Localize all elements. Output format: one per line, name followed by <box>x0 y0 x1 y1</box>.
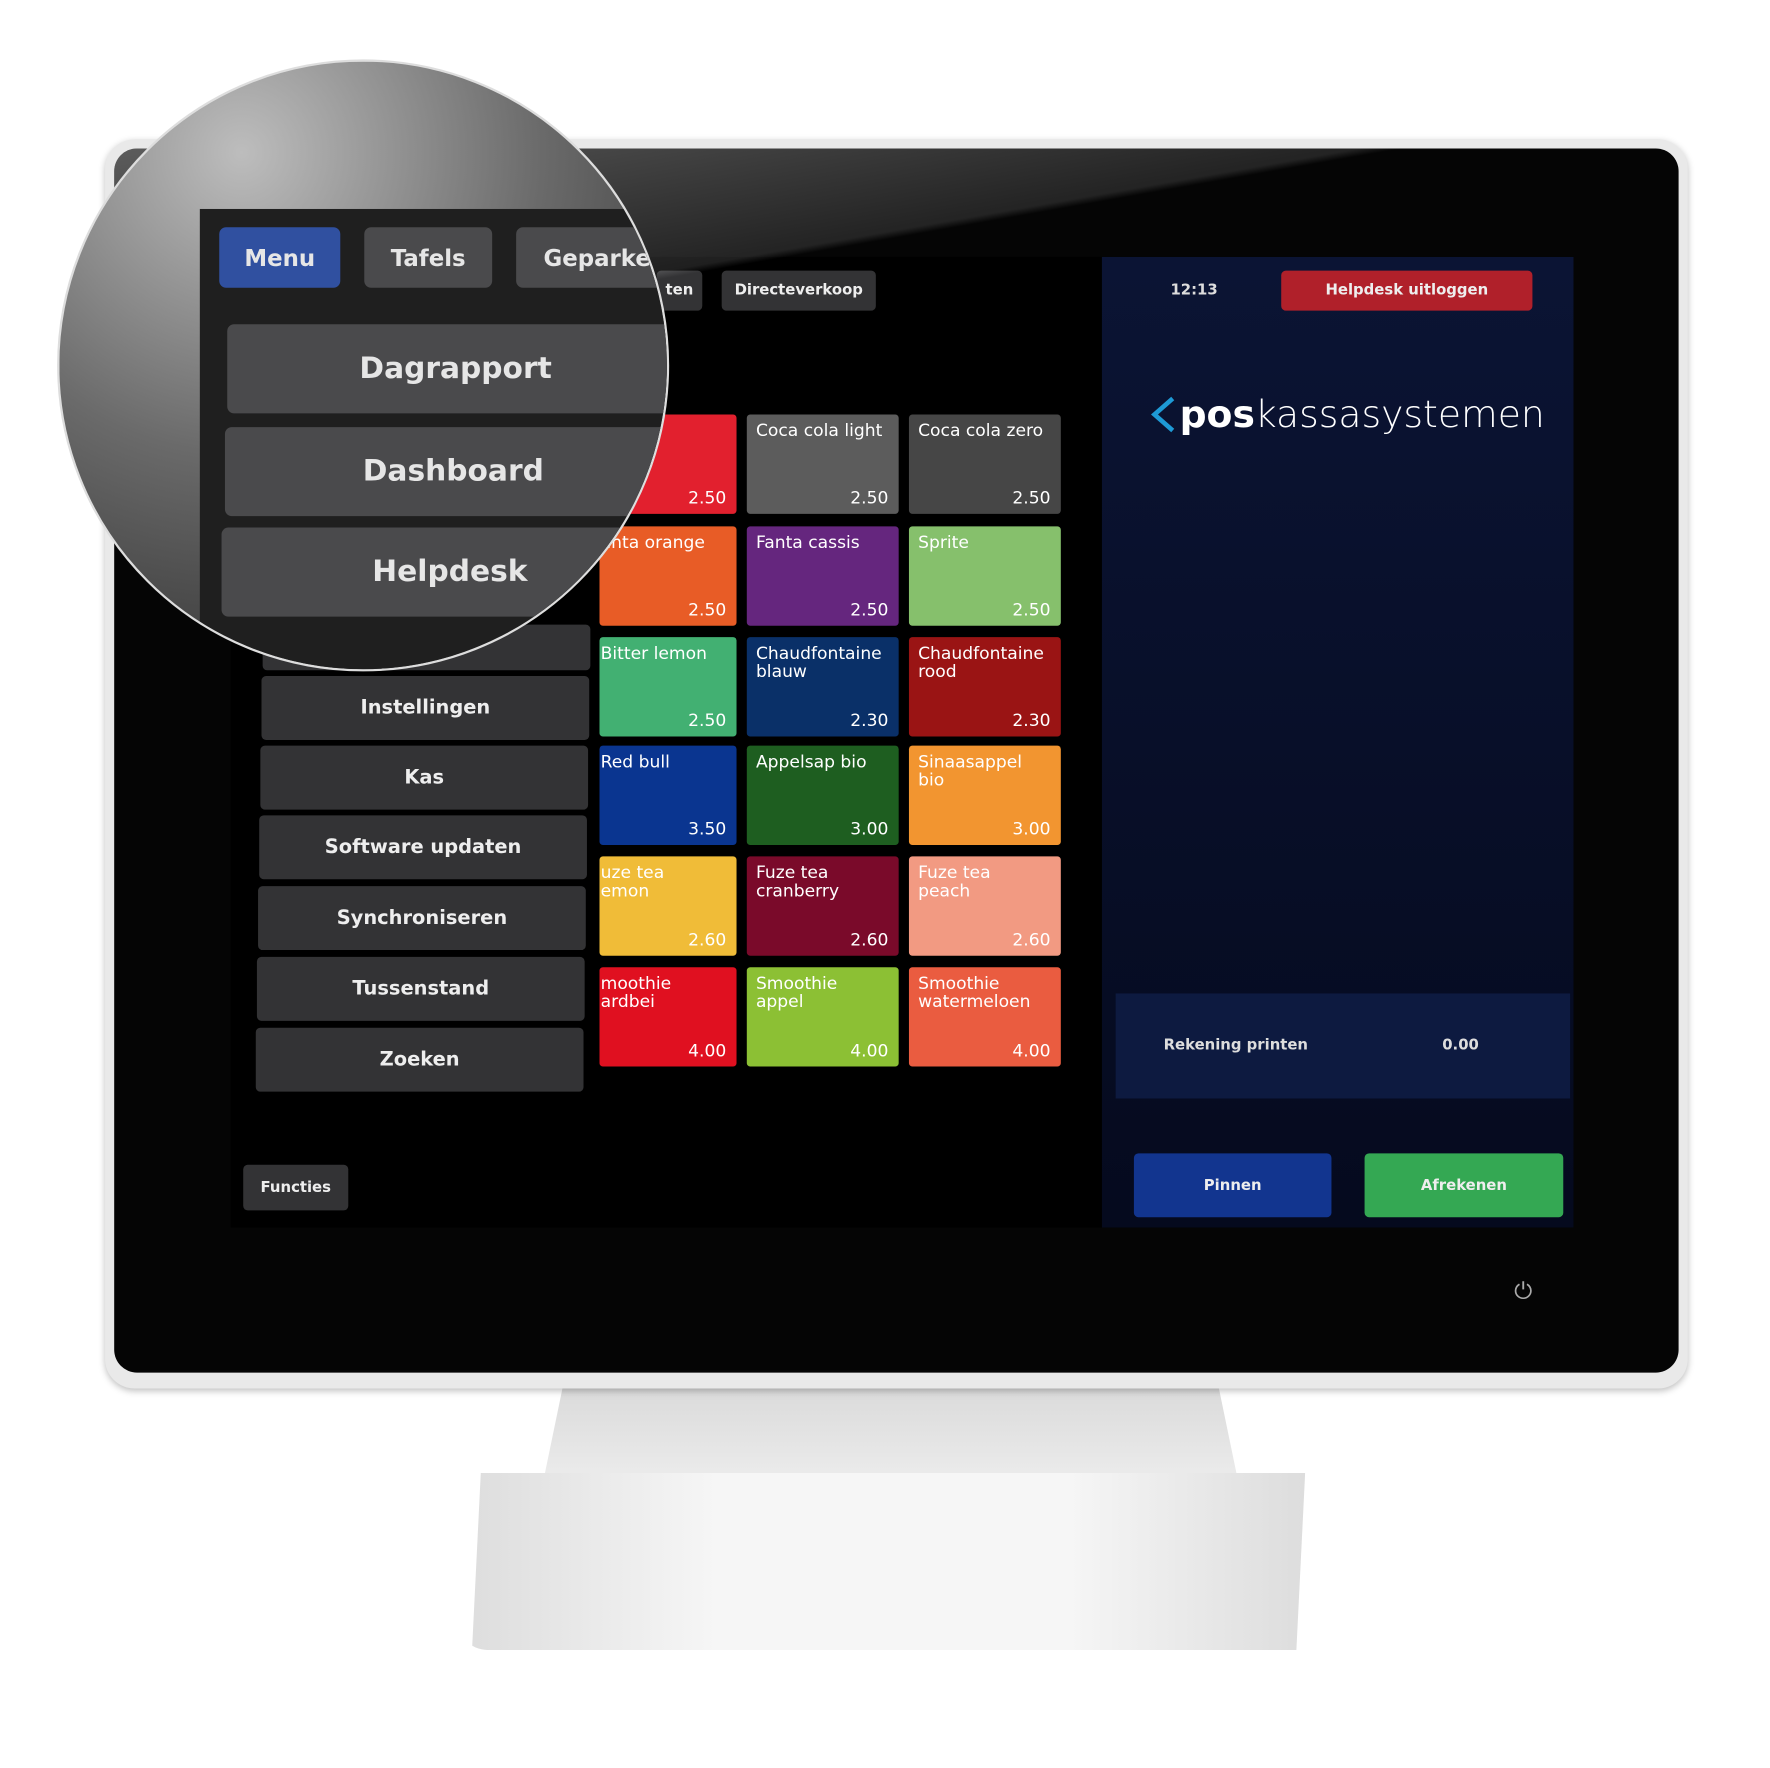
product-tile[interactable]: Sinaasappel bio 3.00 <box>908 745 1061 846</box>
product-tile[interactable]: Coca cola zero 2.50 <box>908 414 1061 514</box>
product-tile[interactable]: Fuze tea peach 2.60 <box>908 856 1061 956</box>
helpdesk-logout-button[interactable]: Helpdesk uitloggen <box>1281 270 1533 311</box>
dashboard-button[interactable]: Dashboard <box>224 427 667 517</box>
print-bill-label[interactable]: Rekening printen <box>1164 1037 1308 1054</box>
product-name: Chaudfontaine rood <box>918 642 1044 682</box>
product-price: 2.30 <box>850 710 889 731</box>
product-tile[interactable]: Red bull 3.50 <box>599 745 737 846</box>
product-name: Coca cola zero <box>918 420 1044 441</box>
logo: pos kassasystemen <box>1148 391 1545 437</box>
product-name: Smoothie appel <box>755 972 838 1012</box>
product-price: 3.00 <box>1012 818 1051 840</box>
clock: 12:13 <box>1170 282 1218 300</box>
logo-pos: pos <box>1179 391 1255 437</box>
product-price: 2.60 <box>688 929 727 951</box>
product-name: Appelsap bio <box>755 751 867 772</box>
product-price: 4.00 <box>688 1040 727 1061</box>
product-tile[interactable]: Smoothie watermeloen 4.00 <box>908 967 1061 1067</box>
product-price: 2.60 <box>850 929 889 951</box>
product-price: 2.60 <box>1012 929 1051 951</box>
product-price: 3.50 <box>688 818 727 840</box>
product-name: Coca cola light <box>755 420 883 441</box>
menu-item[interactable]: Instellingen <box>261 676 590 740</box>
direct-sale-button[interactable]: Directeverkoop <box>721 270 876 311</box>
product-tile[interactable]: Chaudfontaine blauw 2.30 <box>746 637 899 737</box>
product-tile[interactable]: Sprite 2.50 <box>908 526 1061 626</box>
product-price: 2.50 <box>850 599 889 621</box>
menu-item[interactable]: Kas <box>260 745 589 810</box>
product-price: 2.50 <box>1012 599 1051 621</box>
order-panel: 12:13 Helpdesk uitloggen pos kassasysteme… <box>1101 256 1574 1228</box>
logo-chevron-icon <box>1150 396 1175 432</box>
menu-item[interactable]: Zoeken <box>255 1027 584 1092</box>
product-name: Red bull <box>600 751 670 772</box>
product-price: 4.00 <box>1012 1040 1051 1061</box>
helpdesk-button[interactable]: Helpdesk <box>221 527 667 617</box>
power-icon[interactable]: ⏻ <box>1514 1277 1532 1304</box>
tab-tables[interactable]: Tafels <box>364 227 493 288</box>
product-price: 4.00 <box>850 1040 889 1061</box>
day-report-button[interactable]: Dagrapport <box>227 324 667 414</box>
product-price: 2.30 <box>1012 710 1051 731</box>
product-tile[interactable]: moothie ardbei 4.00 <box>599 967 737 1067</box>
product-tile[interactable]: Appelsap bio 3.00 <box>746 745 899 846</box>
product-name: Smoothie watermeloen <box>918 972 1031 1012</box>
functions-button[interactable]: Functies <box>243 1164 349 1211</box>
product-name: uze tea emon <box>600 862 665 901</box>
product-name: Sinaasappel bio <box>918 751 1023 791</box>
product-name: moothie ardbei <box>600 972 672 1012</box>
product-tile[interactable]: uze tea emon 2.60 <box>599 856 737 956</box>
product-tile[interactable]: Fanta cassis 2.50 <box>746 526 899 626</box>
magnifier-lens: Menu Tafels Geparkee Dagrapport Dashboar… <box>57 59 670 672</box>
logo-rest: kassasystemen <box>1254 391 1545 437</box>
product-price: 2.50 <box>688 599 727 621</box>
product-price: 3.00 <box>850 818 889 840</box>
print-bill-row[interactable]: Rekening printen 0.00 <box>1115 993 1571 1099</box>
order-total: 0.00 <box>1442 1036 1479 1054</box>
monitor-stand-base <box>472 1473 1306 1651</box>
tab-menu[interactable]: Menu <box>219 227 341 288</box>
product-name: Fuze tea cranberry <box>755 862 840 901</box>
product-price: 2.50 <box>688 710 727 731</box>
product-price: 2.50 <box>850 487 889 509</box>
product-price: 2.50 <box>1012 487 1051 509</box>
product-name: Fuze tea peach <box>918 862 991 901</box>
product-tile[interactable]: Chaudfontaine rood 2.30 <box>908 637 1061 737</box>
product-price: 2.50 <box>688 487 727 509</box>
menu-item[interactable]: Software updaten <box>259 815 587 880</box>
checkout-button[interactable]: Afrekenen <box>1364 1153 1564 1218</box>
product-name: Sprite <box>918 532 969 553</box>
product-tile[interactable]: Coca cola light 2.50 <box>746 414 899 514</box>
menu-item[interactable]: Synchroniseren <box>258 886 586 951</box>
product-tile[interactable]: Smoothie appel 4.00 <box>746 967 899 1067</box>
product-name: Chaudfontaine blauw <box>755 642 882 682</box>
product-name: Fanta cassis <box>755 532 860 553</box>
pin-button[interactable]: Pinnen <box>1133 1153 1332 1218</box>
menu-item[interactable]: Tussenstand <box>256 956 585 1021</box>
tab-parked[interactable]: Geparkee <box>516 227 667 288</box>
product-tile[interactable]: Fuze tea cranberry 2.60 <box>746 856 899 956</box>
